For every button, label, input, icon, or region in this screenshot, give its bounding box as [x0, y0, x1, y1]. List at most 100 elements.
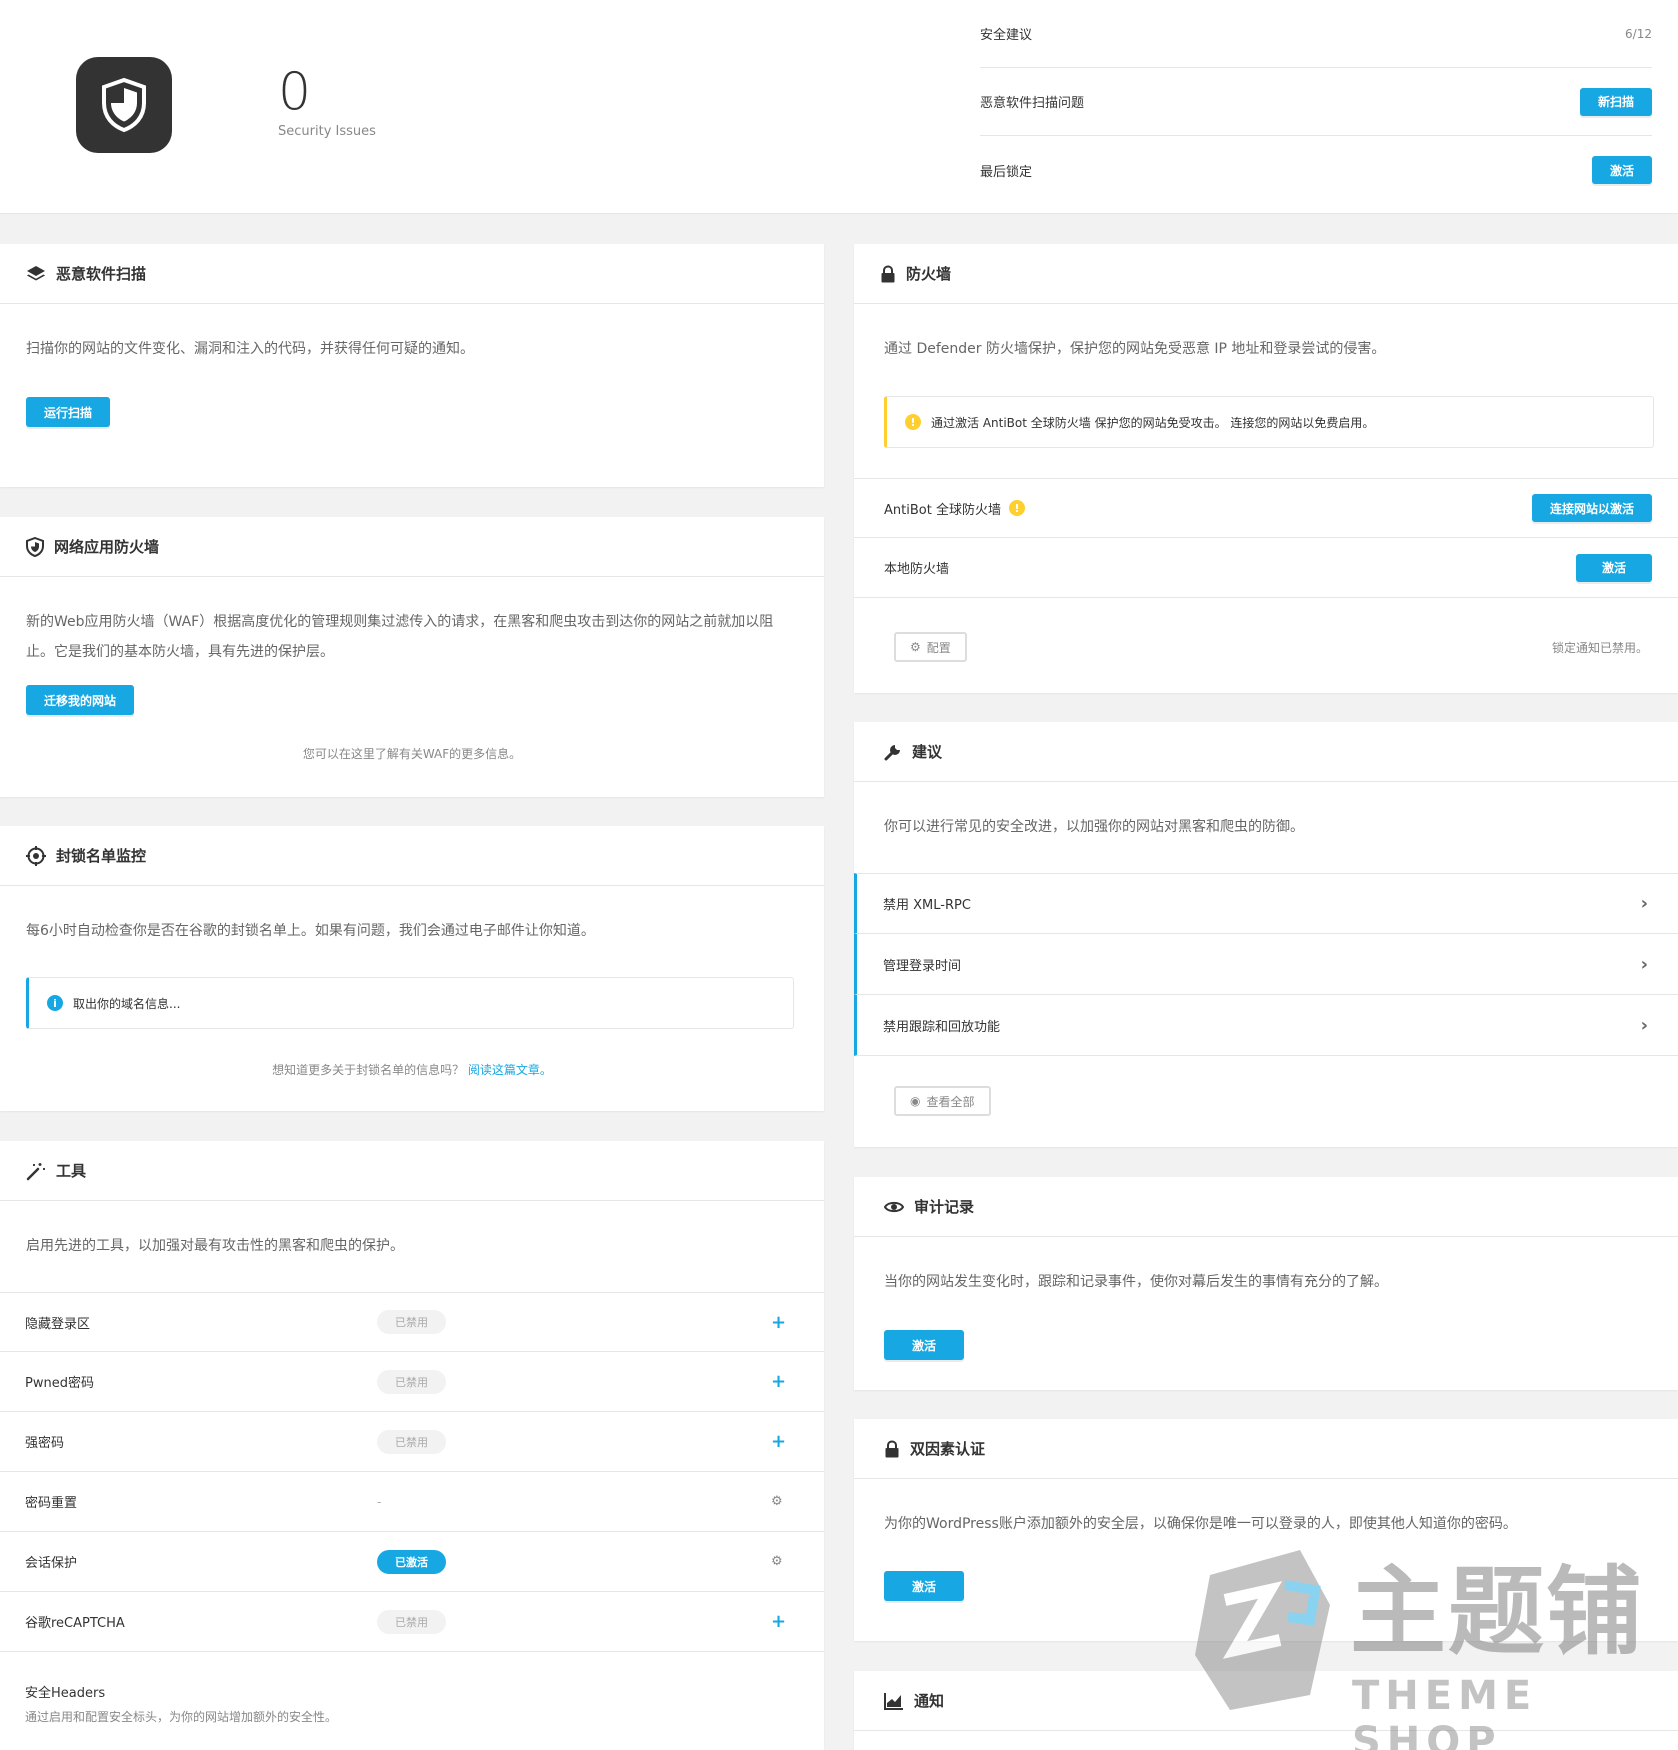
recommendations-card: 建议 你可以进行常见的安全改进，以加强你的网站对黑客和爬虫的防御。 禁用 XML… — [854, 722, 1678, 1147]
card-title: 工具 — [56, 1162, 87, 1180]
card-header: 网络应用防火墙 — [0, 517, 824, 577]
card-description: 通过 Defender 防火墙保护，保护您的网站免受恶意 IP 地址和登录尝试的… — [884, 341, 1386, 357]
shield-icon — [26, 536, 44, 557]
shield-icon — [102, 77, 146, 133]
two-factor-card: 双因素认证 为你的WordPress账户添加额外的安全层，以确保你是唯一可以登录… — [854, 1419, 1678, 1641]
card-title: 建议 — [912, 743, 943, 761]
issue-count: 0 — [278, 62, 312, 122]
tool-row-recaptcha[interactable]: 谷歌reCAPTCHA 已禁用 + — [0, 1592, 824, 1652]
new-scan-button[interactable]: 新扫描 — [1579, 87, 1652, 116]
card-description: 新的Web应用防火墙（WAF）根据高度优化的管理规则集过滤传入的请求，在黑客和爬… — [26, 614, 774, 660]
footnote-text: 想知道更多关于封锁名单的信息吗？ — [272, 1063, 465, 1077]
plus-icon[interactable]: + — [771, 1611, 786, 1632]
firewall-card: 防火墙 通过 Defender 防火墙保护，保护您的网站免受恶意 IP 地址和登… — [854, 244, 1678, 693]
read-article-link[interactable]: 阅读这篇文章。 — [468, 1063, 552, 1077]
configure-button[interactable]: ⚙ 配置 — [894, 632, 967, 662]
run-scan-button[interactable]: 运行扫描 — [26, 397, 111, 427]
security-headers-desc: 通过启用和配置安全标头，为你的网站增加额外的安全性。 — [25, 1710, 338, 1724]
summary-row-recommendations: 安全建议 6/12 — [980, 0, 1652, 68]
malware-scan-card: 恶意软件扫描 扫描你的网站的文件变化、漏洞和注入的代码，并获得任何可疑的通知。 … — [0, 244, 824, 487]
notice-text: 通过激活 AntiBot 全球防火墙 保护您的网站免受攻击。 连接您的网站以免费… — [931, 415, 1375, 430]
recommendation-item[interactable]: 管理登录时间 › — [854, 934, 1678, 995]
card-header: 通知 — [854, 1671, 1678, 1731]
card-title: 防火墙 — [906, 265, 952, 283]
layers-icon — [27, 265, 45, 280]
summary-row-label: 安全建议 — [980, 28, 1033, 43]
card-header: 工具 — [0, 1141, 824, 1201]
waf-learn-more[interactable]: 您可以在这里了解有关WAF的更多信息。 — [0, 745, 824, 762]
blocklist-footnote: 想知道更多关于封锁名单的信息吗？ 阅读这篇文章。 — [0, 1061, 824, 1078]
migrate-site-button[interactable]: 迁移我的网站 — [26, 685, 135, 715]
gear-icon: ⚙ — [910, 640, 921, 654]
recommendation-label: 禁用 XML-RPC — [883, 898, 971, 913]
view-all-button[interactable]: ◉ 查看全部 — [894, 1086, 991, 1116]
tool-row-hide-login[interactable]: 隐藏登录区 已禁用 + — [0, 1292, 824, 1352]
card-title: 恶意软件扫描 — [56, 265, 147, 283]
activate-audit-button[interactable]: 激活 — [884, 1330, 965, 1360]
tool-name: 谷歌reCAPTCHA — [25, 1616, 125, 1631]
target-icon — [26, 845, 46, 866]
card-title: 封锁名单监控 — [56, 847, 147, 865]
card-header: 恶意软件扫描 — [0, 244, 824, 304]
plus-icon[interactable]: + — [771, 1312, 786, 1333]
card-description: 当你的网站发生变化时，跟踪和记录事件，使你对幕后发生的事情有充分的了解。 — [884, 1274, 1388, 1290]
antibot-row: AntiBot 全球防火墙 ! 连接网站以激活 — [854, 478, 1678, 538]
status-badge: 已激活 — [377, 1549, 446, 1574]
card-description: 启用先进的工具，以加强对最有攻击性的黑客和爬虫的保护。 — [26, 1238, 404, 1254]
plus-icon[interactable]: + — [771, 1431, 786, 1452]
area-chart-icon — [884, 1692, 903, 1710]
antibot-label-wrap: AntiBot 全球防火墙 ! — [884, 499, 1025, 518]
defender-logo — [76, 57, 172, 153]
waf-card: 网络应用防火墙 新的Web应用防火墙（WAF）根据高度优化的管理规则集过滤传入的… — [0, 517, 824, 797]
blocklist-notice: i 取出你的域名信息... — [26, 977, 794, 1029]
tool-row-password-reset[interactable]: 密码重置 - ⚙ — [0, 1472, 824, 1532]
wrench-icon — [884, 744, 900, 760]
antibot-label: AntiBot 全球防火墙 — [884, 502, 1001, 518]
recommendation-label: 管理登录时间 — [883, 958, 962, 974]
recommendation-item[interactable]: 禁用 XML-RPC › — [854, 873, 1678, 934]
chevron-right-icon: › — [1640, 893, 1648, 914]
summary-row-lockout: 最后锁定 激活 — [980, 136, 1652, 204]
card-title: 双因素认证 — [910, 1440, 986, 1458]
view-all-label: 查看全部 — [926, 1094, 975, 1109]
card-description: 为你的WordPress账户添加额外的安全层，以确保你是唯一可以登录的人，即使其… — [884, 1516, 1517, 1532]
recommendations-count: 6/12 — [1625, 26, 1652, 41]
eye-icon: ◉ — [910, 1094, 921, 1108]
lockout-notice-status: 锁定通知已禁用。 — [1551, 641, 1648, 655]
lock-icon — [881, 264, 895, 282]
summary-row-malware: 恶意软件扫描问题 新扫描 — [980, 68, 1652, 136]
status-badge: 已禁用 — [377, 1310, 446, 1334]
card-header: 防火墙 — [854, 244, 1678, 304]
recommendation-item[interactable]: 禁用跟踪和回放功能 › — [854, 995, 1678, 1056]
summary-row-label: 恶意软件扫描问题 — [980, 96, 1085, 111]
warning-icon: ! — [905, 414, 921, 430]
summary-box: 0 Security Issues 安全建议 6/12 恶意软件扫描问题 新扫描… — [0, 0, 1678, 214]
security-headers-title: 安全Headers — [25, 1686, 106, 1701]
eye-icon — [884, 1201, 904, 1212]
card-title: 网络应用防火墙 — [54, 538, 160, 556]
tool-name: 隐藏登录区 — [25, 1316, 91, 1332]
tool-row-pwned-passwords[interactable]: Pwned密码 已禁用 + — [0, 1352, 824, 1412]
plus-icon[interactable]: + — [771, 1371, 786, 1392]
local-firewall-label: 本地防火墙 — [884, 562, 950, 577]
activate-local-firewall-button[interactable]: 激活 — [1575, 553, 1652, 582]
tool-row-strong-password[interactable]: 强密码 已禁用 + — [0, 1412, 824, 1472]
gear-icon[interactable]: ⚙ — [771, 1554, 783, 1569]
chevron-right-icon: › — [1640, 1014, 1648, 1036]
status-badge: 已禁用 — [377, 1429, 446, 1454]
tool-name: 会话保护 — [25, 1556, 78, 1571]
activate-lockout-button[interactable]: 激活 — [1591, 156, 1652, 184]
card-description: 每6小时自动检查你是否在谷歌的封锁名单上。如果有问题，我们会通过电子邮件让你知道… — [26, 923, 595, 939]
activate-2fa-button[interactable]: 激活 — [884, 1571, 965, 1601]
gear-icon[interactable]: ⚙ — [771, 1494, 783, 1509]
status-text: - — [377, 1494, 382, 1509]
issue-label: Security Issues — [278, 124, 376, 139]
tool-name: Pwned密码 — [25, 1376, 94, 1391]
tool-name: 强密码 — [25, 1436, 65, 1451]
configure-label: 配置 — [926, 640, 951, 655]
card-title: 审计记录 — [914, 1198, 975, 1216]
connect-site-button[interactable]: 连接网站以激活 — [1531, 494, 1652, 522]
card-description: 你可以进行常见的安全改进，以加强你的网站对黑客和爬虫的防御。 — [884, 819, 1304, 835]
warning-icon: ! — [1008, 500, 1025, 516]
tool-row-session-protection[interactable]: 会话保护 已激活 ⚙ — [0, 1532, 824, 1592]
